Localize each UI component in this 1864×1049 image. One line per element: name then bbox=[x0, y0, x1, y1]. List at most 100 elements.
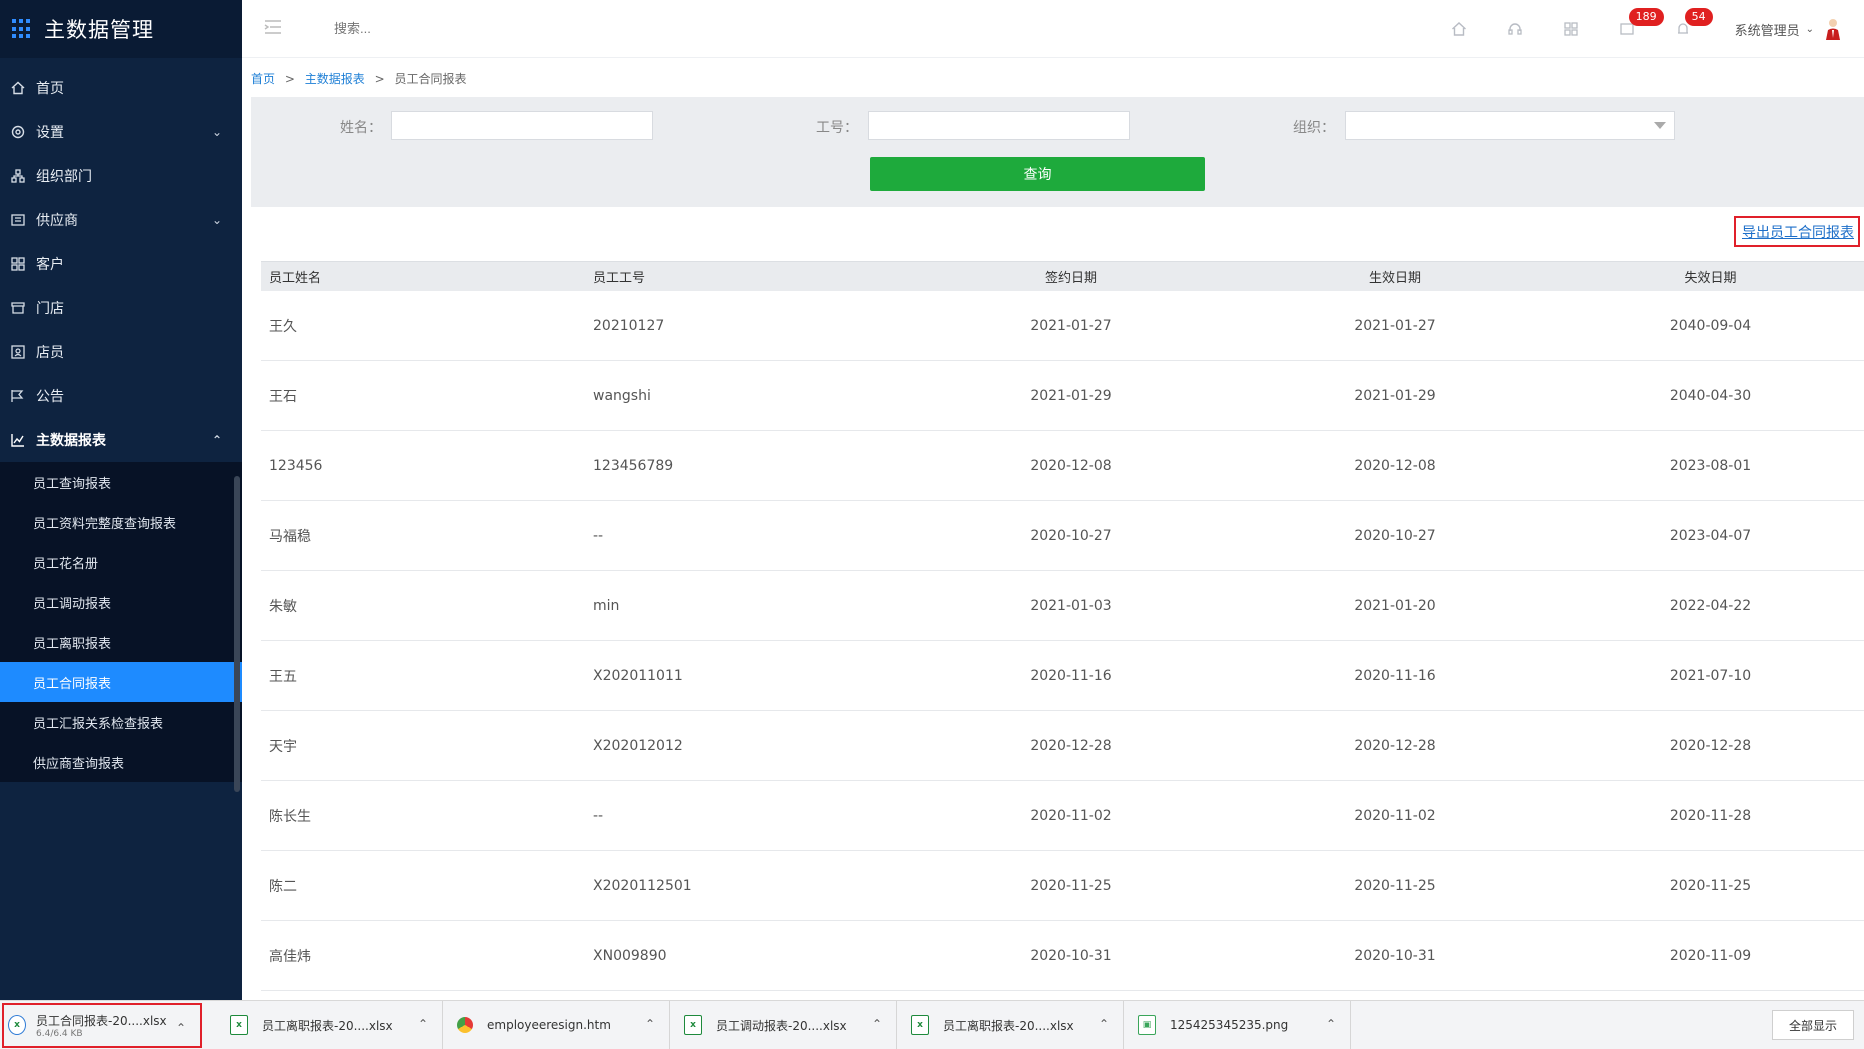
cell-effective-date: 2020-11-16 bbox=[1354, 667, 1436, 684]
cell-name: 朱敏 bbox=[269, 598, 297, 615]
chevron-up-icon[interactable]: ⌃ bbox=[872, 1017, 882, 1031]
download-size: 6.4/6.4 KB bbox=[36, 1028, 83, 1039]
submenu-item-supplier-query[interactable]: 供应商查询报表 bbox=[0, 742, 242, 782]
table-row[interactable]: 陈长生 -- 2020-11-02 2020-11-02 2020-11-28 bbox=[261, 781, 1864, 851]
submenu-item-employee-query[interactable]: 员工查询报表 bbox=[0, 462, 242, 502]
download-item[interactable]: x 员工调动报表-20....xlsx ⌃ bbox=[670, 1000, 897, 1049]
sidebar-item-clerk[interactable]: 店员 bbox=[0, 330, 242, 374]
chevron-up-icon[interactable]: ⌃ bbox=[418, 1017, 428, 1031]
export-contract-report-link[interactable]: 导出员工合同报表 bbox=[1734, 216, 1860, 247]
cell-expiry-date: 2040-04-30 bbox=[1669, 387, 1752, 404]
sidebar-item-supplier[interactable]: 供应商 ⌄ bbox=[0, 198, 242, 242]
submenu-item-transfer[interactable]: 员工调动报表 bbox=[0, 582, 242, 622]
filter-panel: 姓名： 工号： 组织： 查询 bbox=[251, 97, 1864, 207]
cell-sign-date: 2021-01-03 bbox=[1030, 597, 1112, 614]
header-actions: 189 54 系统管理员 ⌄ bbox=[1431, 0, 1864, 58]
messages-icon[interactable]: 189 bbox=[1599, 8, 1664, 37]
chevron-up-icon[interactable]: ⌃ bbox=[645, 1017, 655, 1031]
submenu-item-resignation[interactable]: 员工离职报表 bbox=[0, 622, 242, 662]
name-input[interactable] bbox=[391, 111, 653, 140]
breadcrumb-parent[interactable]: 主数据报表 bbox=[305, 72, 365, 86]
table-row[interactable]: 王五 X202011011 2020-11-16 2020-11-16 2021… bbox=[261, 641, 1864, 711]
settings-icon bbox=[10, 124, 26, 140]
download-item[interactable]: ▣ 125425345235.png ⌃ bbox=[1124, 1000, 1351, 1049]
column-header[interactable]: 失效日期 bbox=[1557, 267, 1864, 286]
table-row[interactable]: 陈二 X2020112501 2020-11-25 2020-11-25 202… bbox=[261, 851, 1864, 921]
breadcrumb-home[interactable]: 首页 bbox=[251, 72, 275, 86]
cell-employee-id: 20210127 bbox=[593, 317, 665, 334]
download-filename: 员工合同报表-20....xlsx bbox=[36, 1013, 167, 1028]
org-select[interactable] bbox=[1345, 111, 1675, 140]
apps-icon[interactable] bbox=[1543, 21, 1599, 37]
submenu-item-reporting-check[interactable]: 员工汇报关系检查报表 bbox=[0, 702, 242, 742]
home-icon[interactable] bbox=[1431, 21, 1487, 37]
download-item[interactable]: x 员工离职报表-20....xlsx ⌃ bbox=[897, 1000, 1124, 1049]
sidebar: 主数据管理 首页 设置 ⌄ 组织部门 供应商 ⌄ 客户 门店 店员 公告 主数据… bbox=[0, 0, 242, 1000]
table-row[interactable]: 天宇 X202012012 2020-12-28 2020-12-28 2020… bbox=[261, 711, 1864, 781]
user-menu[interactable]: 系统管理员 ⌄ bbox=[1735, 18, 1842, 40]
clerk-icon bbox=[10, 344, 26, 360]
cell-employee-id: 123456789 bbox=[593, 457, 674, 474]
sidebar-item-store[interactable]: 门店 bbox=[0, 286, 242, 330]
submenu-item-roster[interactable]: 员工花名册 bbox=[0, 542, 242, 582]
cell-employee-id: -- bbox=[593, 527, 604, 544]
sidebar-item-settings[interactable]: 设置 ⌄ bbox=[0, 110, 242, 154]
sidebar-scrollbar[interactable] bbox=[234, 476, 240, 792]
download-item[interactable]: x 员工离职报表-20....xlsx ⌃ bbox=[216, 1000, 443, 1049]
sidebar-item-announcement[interactable]: 公告 bbox=[0, 374, 242, 418]
column-header[interactable]: 员工姓名 bbox=[261, 267, 585, 286]
excel-file-icon: x bbox=[684, 1015, 702, 1035]
column-header[interactable]: 签约日期 bbox=[909, 267, 1233, 286]
chevron-up-icon[interactable]: ⌃ bbox=[1326, 1017, 1336, 1031]
cell-employee-id: X202012012 bbox=[593, 737, 683, 754]
cell-expiry-date: 2021-07-10 bbox=[1669, 667, 1752, 684]
cell-employee-id: wangshi bbox=[593, 387, 651, 404]
query-button[interactable]: 查询 bbox=[870, 157, 1205, 191]
chevron-down-icon: ⌄ bbox=[211, 125, 222, 139]
show-all-downloads-button[interactable]: 全部显示 bbox=[1772, 1010, 1854, 1040]
sidebar-item-customer[interactable]: 客户 bbox=[0, 242, 242, 286]
submenu-item-contract[interactable]: 员工合同报表 bbox=[0, 662, 242, 702]
cell-name: 王石 bbox=[269, 388, 297, 405]
table-row[interactable]: 王久 20210127 2021-01-27 2021-01-27 2040-0… bbox=[261, 291, 1864, 361]
cell-employee-id: X202011011 bbox=[593, 667, 683, 684]
column-header[interactable]: 员工工号 bbox=[585, 267, 909, 286]
app-logo[interactable]: 主数据管理 bbox=[0, 0, 242, 58]
cell-sign-date: 2021-01-29 bbox=[1030, 387, 1112, 404]
cell-effective-date: 2020-11-02 bbox=[1354, 807, 1436, 824]
sidebar-item-label: 店员 bbox=[36, 345, 64, 361]
sidebar-item-master-reports[interactable]: 主数据报表 ⌃ bbox=[0, 418, 242, 462]
download-filename: 125425345235.png bbox=[1170, 1018, 1289, 1032]
menu-toggle-icon[interactable] bbox=[264, 18, 284, 39]
cell-effective-date: 2020-12-28 bbox=[1354, 737, 1436, 754]
sidebar-item-home[interactable]: 首页 bbox=[0, 66, 242, 110]
employee-id-input[interactable] bbox=[868, 111, 1130, 140]
headset-icon[interactable] bbox=[1487, 21, 1543, 37]
breadcrumb-separator: > bbox=[284, 72, 295, 86]
sidebar-item-org[interactable]: 组织部门 bbox=[0, 154, 242, 198]
excel-file-icon: x bbox=[230, 1015, 248, 1035]
top-header: 189 54 系统管理员 ⌄ bbox=[242, 0, 1864, 58]
table-row[interactable]: 马福稳 -- 2020-10-27 2020-10-27 2023-04-07 bbox=[261, 501, 1864, 571]
table-row[interactable]: 王石 wangshi 2021-01-29 2021-01-29 2040-04… bbox=[261, 361, 1864, 431]
submenu-item-profile-completeness[interactable]: 员工资料完整度查询报表 bbox=[0, 502, 242, 542]
table-row[interactable]: 朱敏 min 2021-01-03 2021-01-20 2022-04-22 bbox=[261, 571, 1864, 641]
bell-icon[interactable]: 54 bbox=[1655, 8, 1713, 37]
sidebar-item-label: 客户 bbox=[36, 257, 64, 273]
download-item[interactable]: x 员工合同报表-20....xlsx 6.4/6.4 KB ⌃ bbox=[2, 1002, 202, 1048]
table-row[interactable]: 123456 123456789 2020-12-08 2020-12-08 2… bbox=[261, 431, 1864, 501]
search-input[interactable] bbox=[334, 21, 534, 36]
breadcrumb-current: 员工合同报表 bbox=[394, 72, 467, 86]
supplier-icon bbox=[10, 212, 26, 228]
chevron-up-icon[interactable]: ⌃ bbox=[1099, 1017, 1109, 1031]
table-row[interactable]: 高佳炜 XN009890 2020-10-31 2020-10-31 2020-… bbox=[261, 921, 1864, 991]
sidebar-menu: 首页 设置 ⌄ 组织部门 供应商 ⌄ 客户 门店 店员 公告 主数据报表 ⌃ bbox=[0, 66, 242, 462]
column-header[interactable]: 生效日期 bbox=[1233, 267, 1557, 286]
excel-file-icon: x bbox=[911, 1015, 929, 1035]
download-item[interactable]: employeeresign.htm ⌃ bbox=[443, 1000, 670, 1049]
cell-expiry-date: 2020-11-09 bbox=[1669, 947, 1752, 964]
customer-icon bbox=[10, 256, 26, 272]
cell-expiry-date: 2020-12-28 bbox=[1669, 737, 1752, 754]
cell-sign-date: 2021-01-27 bbox=[1030, 317, 1112, 334]
chevron-up-icon[interactable]: ⌃ bbox=[176, 1021, 186, 1035]
